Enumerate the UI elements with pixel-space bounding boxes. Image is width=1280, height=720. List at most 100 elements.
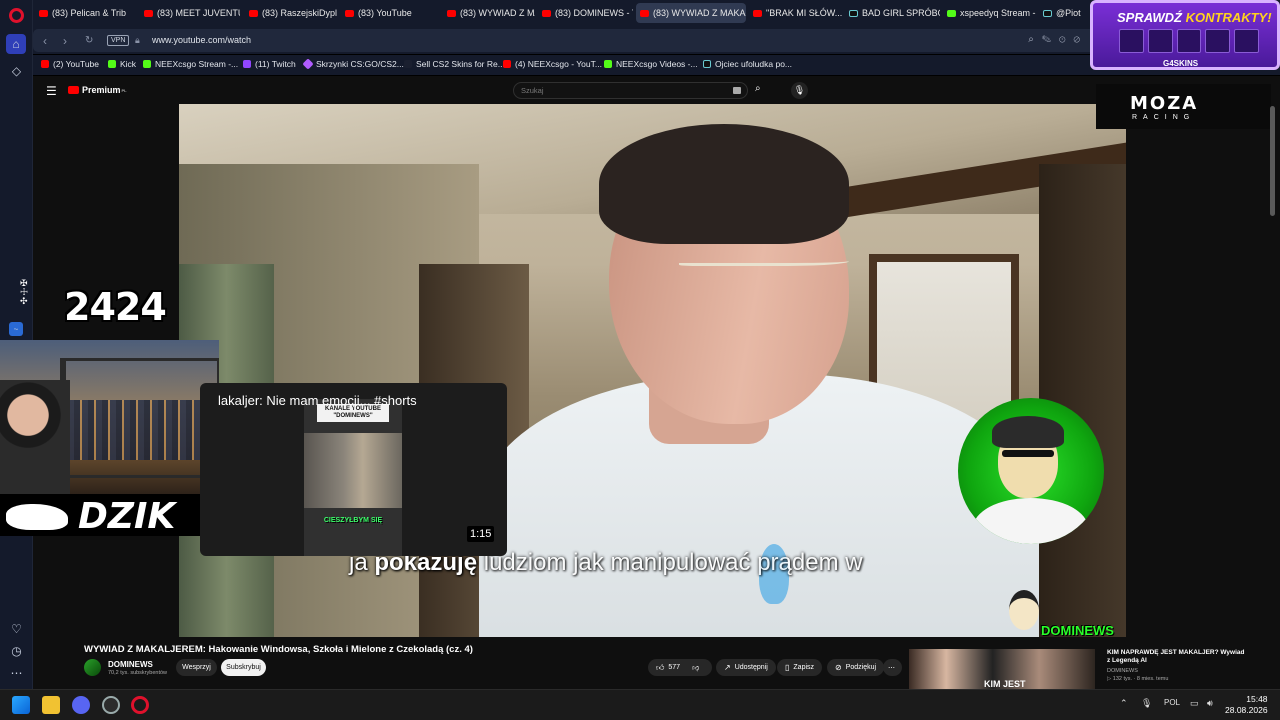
bookmark[interactable]: (2) YouTube xyxy=(41,59,99,69)
bookmark[interactable]: Skrzynki CS:GO/CS2... xyxy=(302,58,404,70)
dominews-mascot xyxy=(1009,590,1039,630)
like-button[interactable]: 👍︎ 577 👎︎ xyxy=(648,659,712,676)
recommended-channel: DOMINEWS xyxy=(1107,668,1138,674)
bookmark-label: (11) Twitch xyxy=(255,59,296,69)
bookmark[interactable]: NEEXcsgo Stream -... xyxy=(143,59,238,69)
subtitle-after: ludziom jak manipulować prądem w xyxy=(477,549,863,576)
thumbs-up-icon: 👍︎ xyxy=(656,662,665,672)
tab[interactable]: "BRAK MI SŁÓW..." M xyxy=(749,3,842,23)
youtube-logo[interactable]: Premium PL xyxy=(68,85,127,95)
diamond-icon[interactable]: ◇ xyxy=(8,62,25,79)
tab-active[interactable]: (83) WYWIAD Z MAKA xyxy=(636,3,746,23)
bookmark[interactable]: Sell CS2 Skins for Re... xyxy=(404,59,505,69)
youtube-region-label: PL xyxy=(121,87,127,93)
shorts-title: lakaljer: Nie mam emocji... #shorts xyxy=(218,393,417,408)
address-actions-icon[interactable]: ⌕✎⊙⊘ xyxy=(1028,34,1088,45)
recommended-title[interactable]: KIM NAPRAWDĘ JEST MAKALJER? Wywiad z Leg… xyxy=(1107,649,1247,665)
steam-icon[interactable] xyxy=(102,696,120,714)
url-text[interactable]: www.youtube.com/watch xyxy=(152,35,251,45)
promo-item xyxy=(1234,29,1259,53)
shorts-caption: CIESZYŁBYM SIĘ xyxy=(323,517,383,524)
ad-banner[interactable]: MOZA RACING xyxy=(1096,84,1271,129)
tab[interactable]: (83) RaszejskiDyploma xyxy=(245,3,337,23)
bookmark[interactable]: Ojciec ufoludka po... xyxy=(703,59,792,69)
tray-chevron-icon[interactable]: ⌃ xyxy=(1120,698,1128,709)
history-icon[interactable]: ◷ xyxy=(8,642,25,659)
tab-label: (83) YouTube xyxy=(358,8,412,18)
tab-label: (83) DOMINEWS - You xyxy=(555,8,633,18)
channel-name[interactable]: DOMINEWS xyxy=(108,660,153,669)
discord-icon[interactable] xyxy=(72,696,90,714)
more-actions-icon[interactable]: ⋯ xyxy=(883,659,902,676)
bookmark-label: Sell CS2 Skins for Re... xyxy=(416,59,505,69)
thanks-icon: ⊘ xyxy=(835,663,842,672)
video-player[interactable]: ja pokazuję ludziom jak manipulować prąd… xyxy=(179,104,1126,637)
boar-icon xyxy=(6,504,68,530)
thanks-label: Podziękuj xyxy=(845,664,877,671)
microphone-icon[interactable]: 🎙︎ xyxy=(791,82,808,99)
thumbs-down-icon[interactable]: 👎︎ xyxy=(692,663,699,672)
screen: ⌂ ◇ ~ ♡ ◷ ⋯ (83) Pelican & Trib (83) MEE… xyxy=(0,0,1280,720)
opera-taskbar-icon[interactable] xyxy=(131,696,149,714)
language-indicator[interactable]: POL xyxy=(1164,698,1180,707)
bookmark[interactable]: (4) NEEXcsgo - YouT... xyxy=(503,59,602,69)
youtube-icon xyxy=(345,9,354,17)
webcam-window-frame xyxy=(60,358,219,478)
tab[interactable]: xspeedyq Stream - W xyxy=(943,3,1036,23)
tab-label: (83) WYWIAD Z MAKA xyxy=(653,8,746,18)
ad-brand: MOZA xyxy=(1130,93,1199,114)
search-icon[interactable]: ⌕ xyxy=(755,83,761,94)
keyboard-icon[interactable] xyxy=(733,87,741,94)
network-icon[interactable]: ▭ xyxy=(1190,698,1199,709)
search-input[interactable]: Szukaj xyxy=(513,82,748,99)
forward-icon[interactable]: › xyxy=(63,34,67,48)
recommended-thumbnail[interactable]: KIM JEST xyxy=(909,649,1095,689)
share-button[interactable]: ↗ Udostępnij xyxy=(716,659,776,676)
bookmark[interactable]: (11) Twitch xyxy=(243,59,296,69)
tab[interactable]: (83) YouTube xyxy=(341,3,441,23)
address-bar[interactable]: ‹ › ↻ VPN 🔒︎ www.youtube.com/watch ⌕✎⊙⊘ xyxy=(33,29,1098,52)
subscribe-button[interactable]: Subskrybuj xyxy=(221,659,266,676)
tab[interactable]: (83) DOMINEWS - You xyxy=(538,3,633,23)
tab[interactable]: (83) MEET JUVENTUS xyxy=(140,3,240,23)
webcam-streamer xyxy=(0,380,70,497)
windows-start-icon[interactable] xyxy=(12,696,30,714)
reload-icon[interactable]: ↻ xyxy=(85,35,93,46)
thanks-button[interactable]: ⊘ Podziękuj xyxy=(827,659,885,676)
youtube-icon xyxy=(39,9,48,17)
save-button[interactable]: ▯ Zapisz xyxy=(777,659,823,676)
file-explorer-icon[interactable] xyxy=(42,696,60,714)
tab[interactable]: (83) Pelican & Trib xyxy=(35,3,133,23)
youtube-play-icon xyxy=(68,86,79,94)
lock-icon: 🔒︎ xyxy=(135,35,140,45)
back-icon[interactable]: ‹ xyxy=(43,34,47,48)
volume-icon[interactable]: 🔊︎ xyxy=(1207,698,1213,709)
shorts-preview[interactable]: KANALE YOUTUBE "DOMINEWS" CIESZYŁBYM SIĘ… xyxy=(200,383,507,556)
bookmark[interactable]: NEEXcsgo Videos -... xyxy=(604,59,698,69)
promo-items xyxy=(1119,29,1259,53)
opera-logo-icon[interactable] xyxy=(9,8,24,23)
home-icon[interactable]: ⌂ xyxy=(6,34,26,54)
tab[interactable]: (83) WYWIAD Z MAKA xyxy=(443,3,535,23)
clock[interactable]: 15:48 28.08.2026 xyxy=(1225,694,1268,716)
scrollbar[interactable] xyxy=(1270,106,1275,216)
clock-time: 15:48 xyxy=(1246,694,1268,704)
tray-mic-icon[interactable]: 🎙︎ xyxy=(1141,698,1152,709)
channel-avatar[interactable] xyxy=(84,659,101,676)
tab-label: xspeedyq Stream - W xyxy=(960,8,1036,18)
tab-label: "BRAK MI SŁÓW..." M xyxy=(766,8,842,18)
promo-overlay: SPRAWDŹ KONTRAKTY! G4SKINS xyxy=(1090,0,1280,70)
tab[interactable]: BAD GIRL SPRÓBOW xyxy=(845,3,940,23)
menu-icon[interactable]: ☰ xyxy=(46,84,57,98)
support-button[interactable]: Wesprzyj xyxy=(176,659,217,676)
heart-icon[interactable]: ♡ xyxy=(8,620,25,637)
vpn-badge[interactable]: VPN xyxy=(107,35,130,46)
tab-label: BAD GIRL SPRÓBOW xyxy=(862,8,940,18)
more-icon[interactable]: ⋯ xyxy=(8,664,25,681)
bookmark[interactable]: Kick xyxy=(108,59,136,69)
video-person-hair xyxy=(599,124,849,244)
video-person-glasses xyxy=(679,254,849,266)
tab-label: @Piot xyxy=(1056,8,1081,18)
tab[interactable]: @Piot xyxy=(1039,3,1089,23)
share-label: Udostępnij xyxy=(734,664,768,671)
